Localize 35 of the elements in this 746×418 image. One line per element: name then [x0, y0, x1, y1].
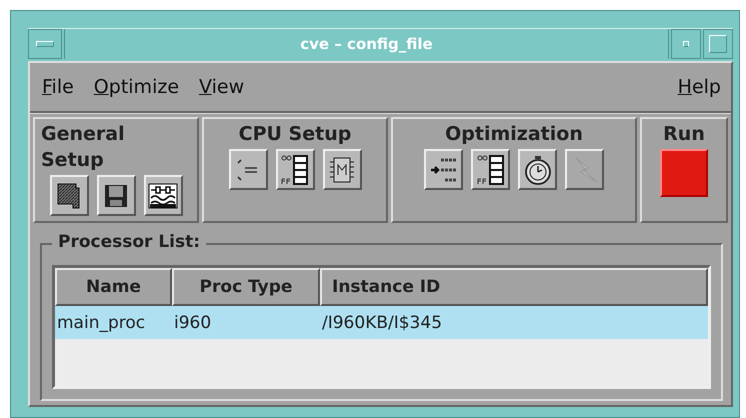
chip-icon — [329, 156, 355, 184]
table-cell-text: i960 — [173, 312, 212, 332]
tool-button[interactable] — [228, 149, 268, 190]
menu-item[interactable]: Optimize — [94, 76, 180, 98]
stopwatch-icon — [524, 154, 552, 184]
column-header[interactable]: Proc Type — [172, 268, 320, 306]
tool-button[interactable] — [471, 149, 510, 190]
column-header[interactable]: Instance ID — [320, 268, 708, 306]
instruction-list-icon — [428, 156, 458, 184]
folder-icon — [56, 182, 82, 210]
table-cell-text: main_proc — [56, 312, 146, 332]
tool-button[interactable] — [96, 175, 136, 216]
tool-button[interactable] — [276, 149, 314, 190]
tool-button[interactable] — [322, 149, 362, 190]
table-cell-text: /I960KB/I$345 — [321, 312, 444, 332]
tool-button[interactable] — [144, 175, 182, 216]
menu-item[interactable]: File — [42, 76, 74, 98]
column-header[interactable]: Name — [55, 268, 172, 306]
group-title: Run — [663, 122, 705, 147]
group-title: Optimization — [445, 122, 583, 147]
waveform-icon — [148, 182, 178, 208]
menu-item[interactable]: Help — [678, 76, 721, 98]
run-button[interactable] — [660, 149, 708, 197]
group-title: General Setup — [41, 122, 126, 173]
maximize-button[interactable] — [703, 29, 733, 59]
menu-item[interactable]: View — [199, 76, 244, 98]
tool-button[interactable] — [50, 175, 88, 216]
register-stack-icon — [281, 154, 309, 184]
group-title: CPU Setup — [238, 122, 352, 147]
window-title: cve – config_file — [64, 29, 669, 59]
table-row[interactable]: main_proc i960 /I960KB/I$345 — [55, 306, 708, 339]
register-stack-icon — [476, 154, 504, 184]
tool-button[interactable] — [518, 149, 557, 190]
tool-button[interactable] — [424, 149, 463, 190]
window-menu-button[interactable] — [28, 29, 62, 59]
